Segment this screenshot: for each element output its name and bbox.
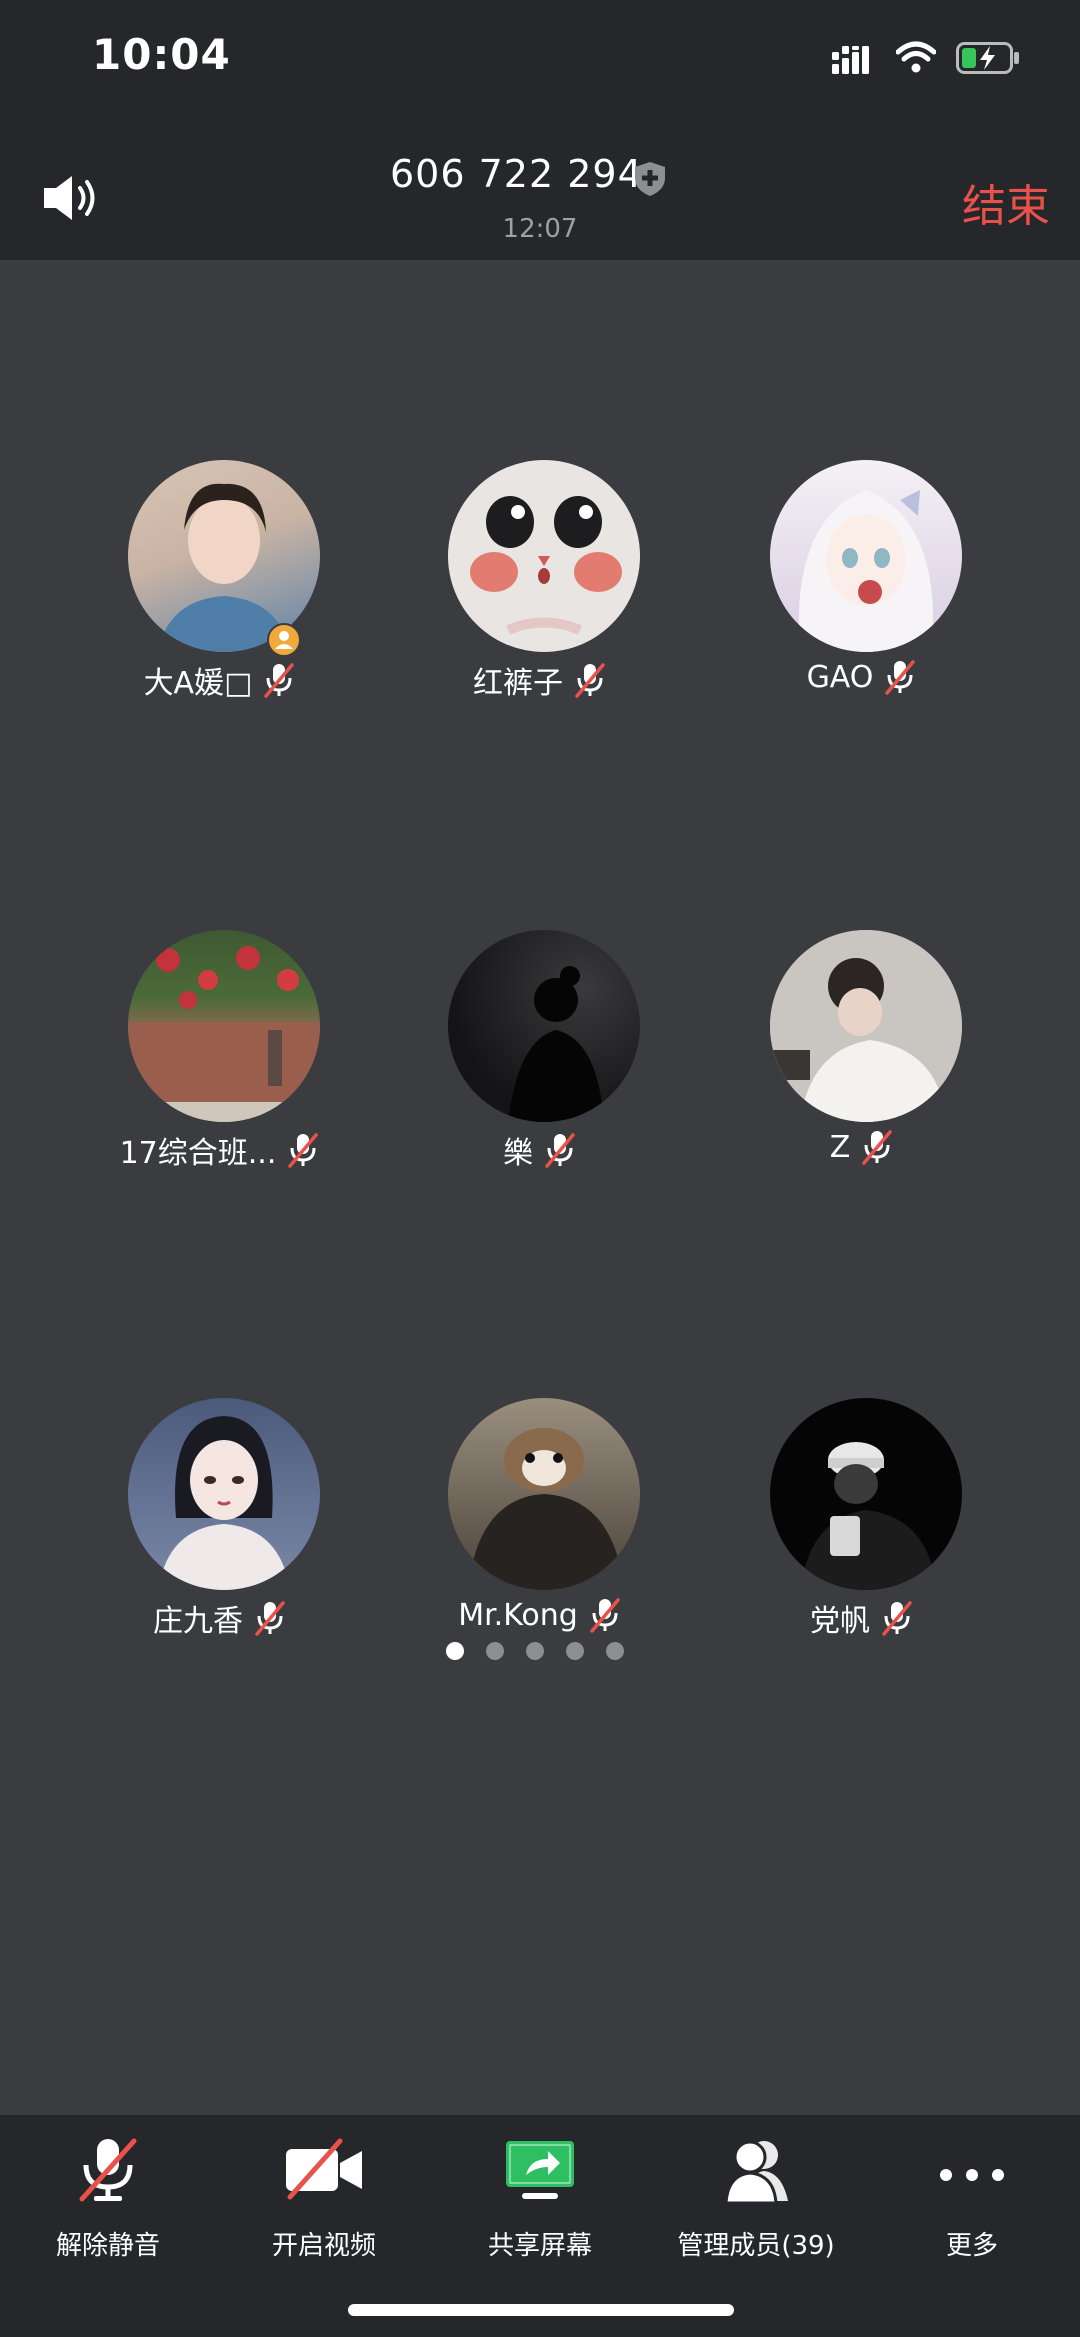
status-time: 10:04 [92, 30, 231, 79]
mic-muted-icon [575, 663, 605, 698]
member-name: 樂 [503, 1136, 533, 1171]
members-icon [724, 2140, 788, 2205]
mic-muted-icon [882, 1601, 912, 1636]
avatar [448, 930, 640, 1122]
illustrated-woman-icon [158, 1416, 290, 1590]
share-screen-label: 共享屏幕 [487, 2231, 592, 2261]
start-video-label: 开启视频 [271, 2231, 376, 2261]
member-name: 大A媛□ [143, 666, 253, 701]
member-name-row: Z [712, 1128, 1012, 1166]
member-name: 红裤子 [473, 666, 563, 701]
person-with-dog-icon [468, 1428, 624, 1590]
member-name: 庄九香 [153, 1604, 243, 1639]
mic-muted-icon [264, 663, 295, 698]
cellular-signal-icon [832, 46, 869, 74]
avatar [770, 930, 962, 1122]
host-badge-icon [267, 623, 301, 657]
mic-muted-icon [590, 1598, 620, 1633]
meeting-id[interactable]: 606 722 294 [390, 152, 643, 196]
share-screen-icon [506, 2141, 574, 2199]
member-name: GAO [806, 659, 874, 695]
avatar [128, 1398, 320, 1590]
avatar [770, 460, 962, 652]
cartoon-face-icon [470, 496, 622, 635]
anime-character-icon [798, 490, 934, 652]
member-name-row: 红裤子 [390, 658, 690, 702]
mic-muted-icon [545, 1133, 575, 1168]
page-dot[interactable] [566, 1642, 584, 1660]
member-name-row: Mr.Kong [390, 1596, 690, 1634]
avatar [448, 1398, 640, 1590]
more-dots-icon [940, 2169, 1004, 2181]
page-dot[interactable] [486, 1642, 504, 1660]
end-meeting-button[interactable]: 结束 [962, 170, 1050, 234]
page-dot[interactable] [526, 1642, 544, 1660]
member-name-row: 17综合班... [70, 1128, 370, 1172]
member-name-row: 大A媛□ [70, 658, 370, 702]
person-silhouette-icon [158, 483, 290, 652]
member-name-row: GAO [712, 658, 1012, 696]
avatar [770, 1398, 962, 1590]
dark-portrait-icon [800, 1442, 936, 1590]
avatar [128, 930, 320, 1122]
manage-members-label: 管理成员(39) [677, 2231, 835, 2261]
meeting-duration: 12:07 [502, 214, 578, 244]
shield-icon[interactable] [632, 160, 668, 198]
mic-muted-icon [288, 1133, 319, 1168]
member-name: 17综合班... [119, 1136, 277, 1171]
avatar [128, 460, 320, 652]
mic-muted-icon [862, 1130, 893, 1165]
flower-wall-icon [128, 946, 320, 1122]
page-dot[interactable] [446, 1642, 464, 1660]
member-name: Mr.Kong [458, 1597, 578, 1633]
page-indicator[interactable] [446, 1642, 624, 1660]
top-bar: 10:04 606 722 294 12:07 结束 [0, 0, 1080, 260]
mic-muted-icon [885, 660, 916, 695]
mic-muted-icon [79, 2138, 137, 2202]
member-name-row: 党帆 [712, 1596, 1012, 1640]
person-photo-icon [770, 930, 962, 1122]
member-name: Z [829, 1129, 851, 1165]
member-name-row: 樂 [390, 1128, 690, 1172]
page-dot[interactable] [606, 1642, 624, 1660]
home-indicator[interactable] [348, 2304, 734, 2316]
member-name: 党帆 [810, 1604, 870, 1639]
video-off-icon [286, 2138, 362, 2200]
more-label: 更多 [945, 2231, 998, 2261]
battery-charging-icon [956, 42, 1019, 74]
silhouette-icon [508, 966, 604, 1122]
avatar [448, 460, 640, 652]
mic-muted-icon [255, 1601, 285, 1636]
wifi-icon [896, 41, 936, 73]
unmute-label: 解除静音 [55, 2231, 160, 2261]
member-name-row: 庄九香 [70, 1596, 370, 1640]
